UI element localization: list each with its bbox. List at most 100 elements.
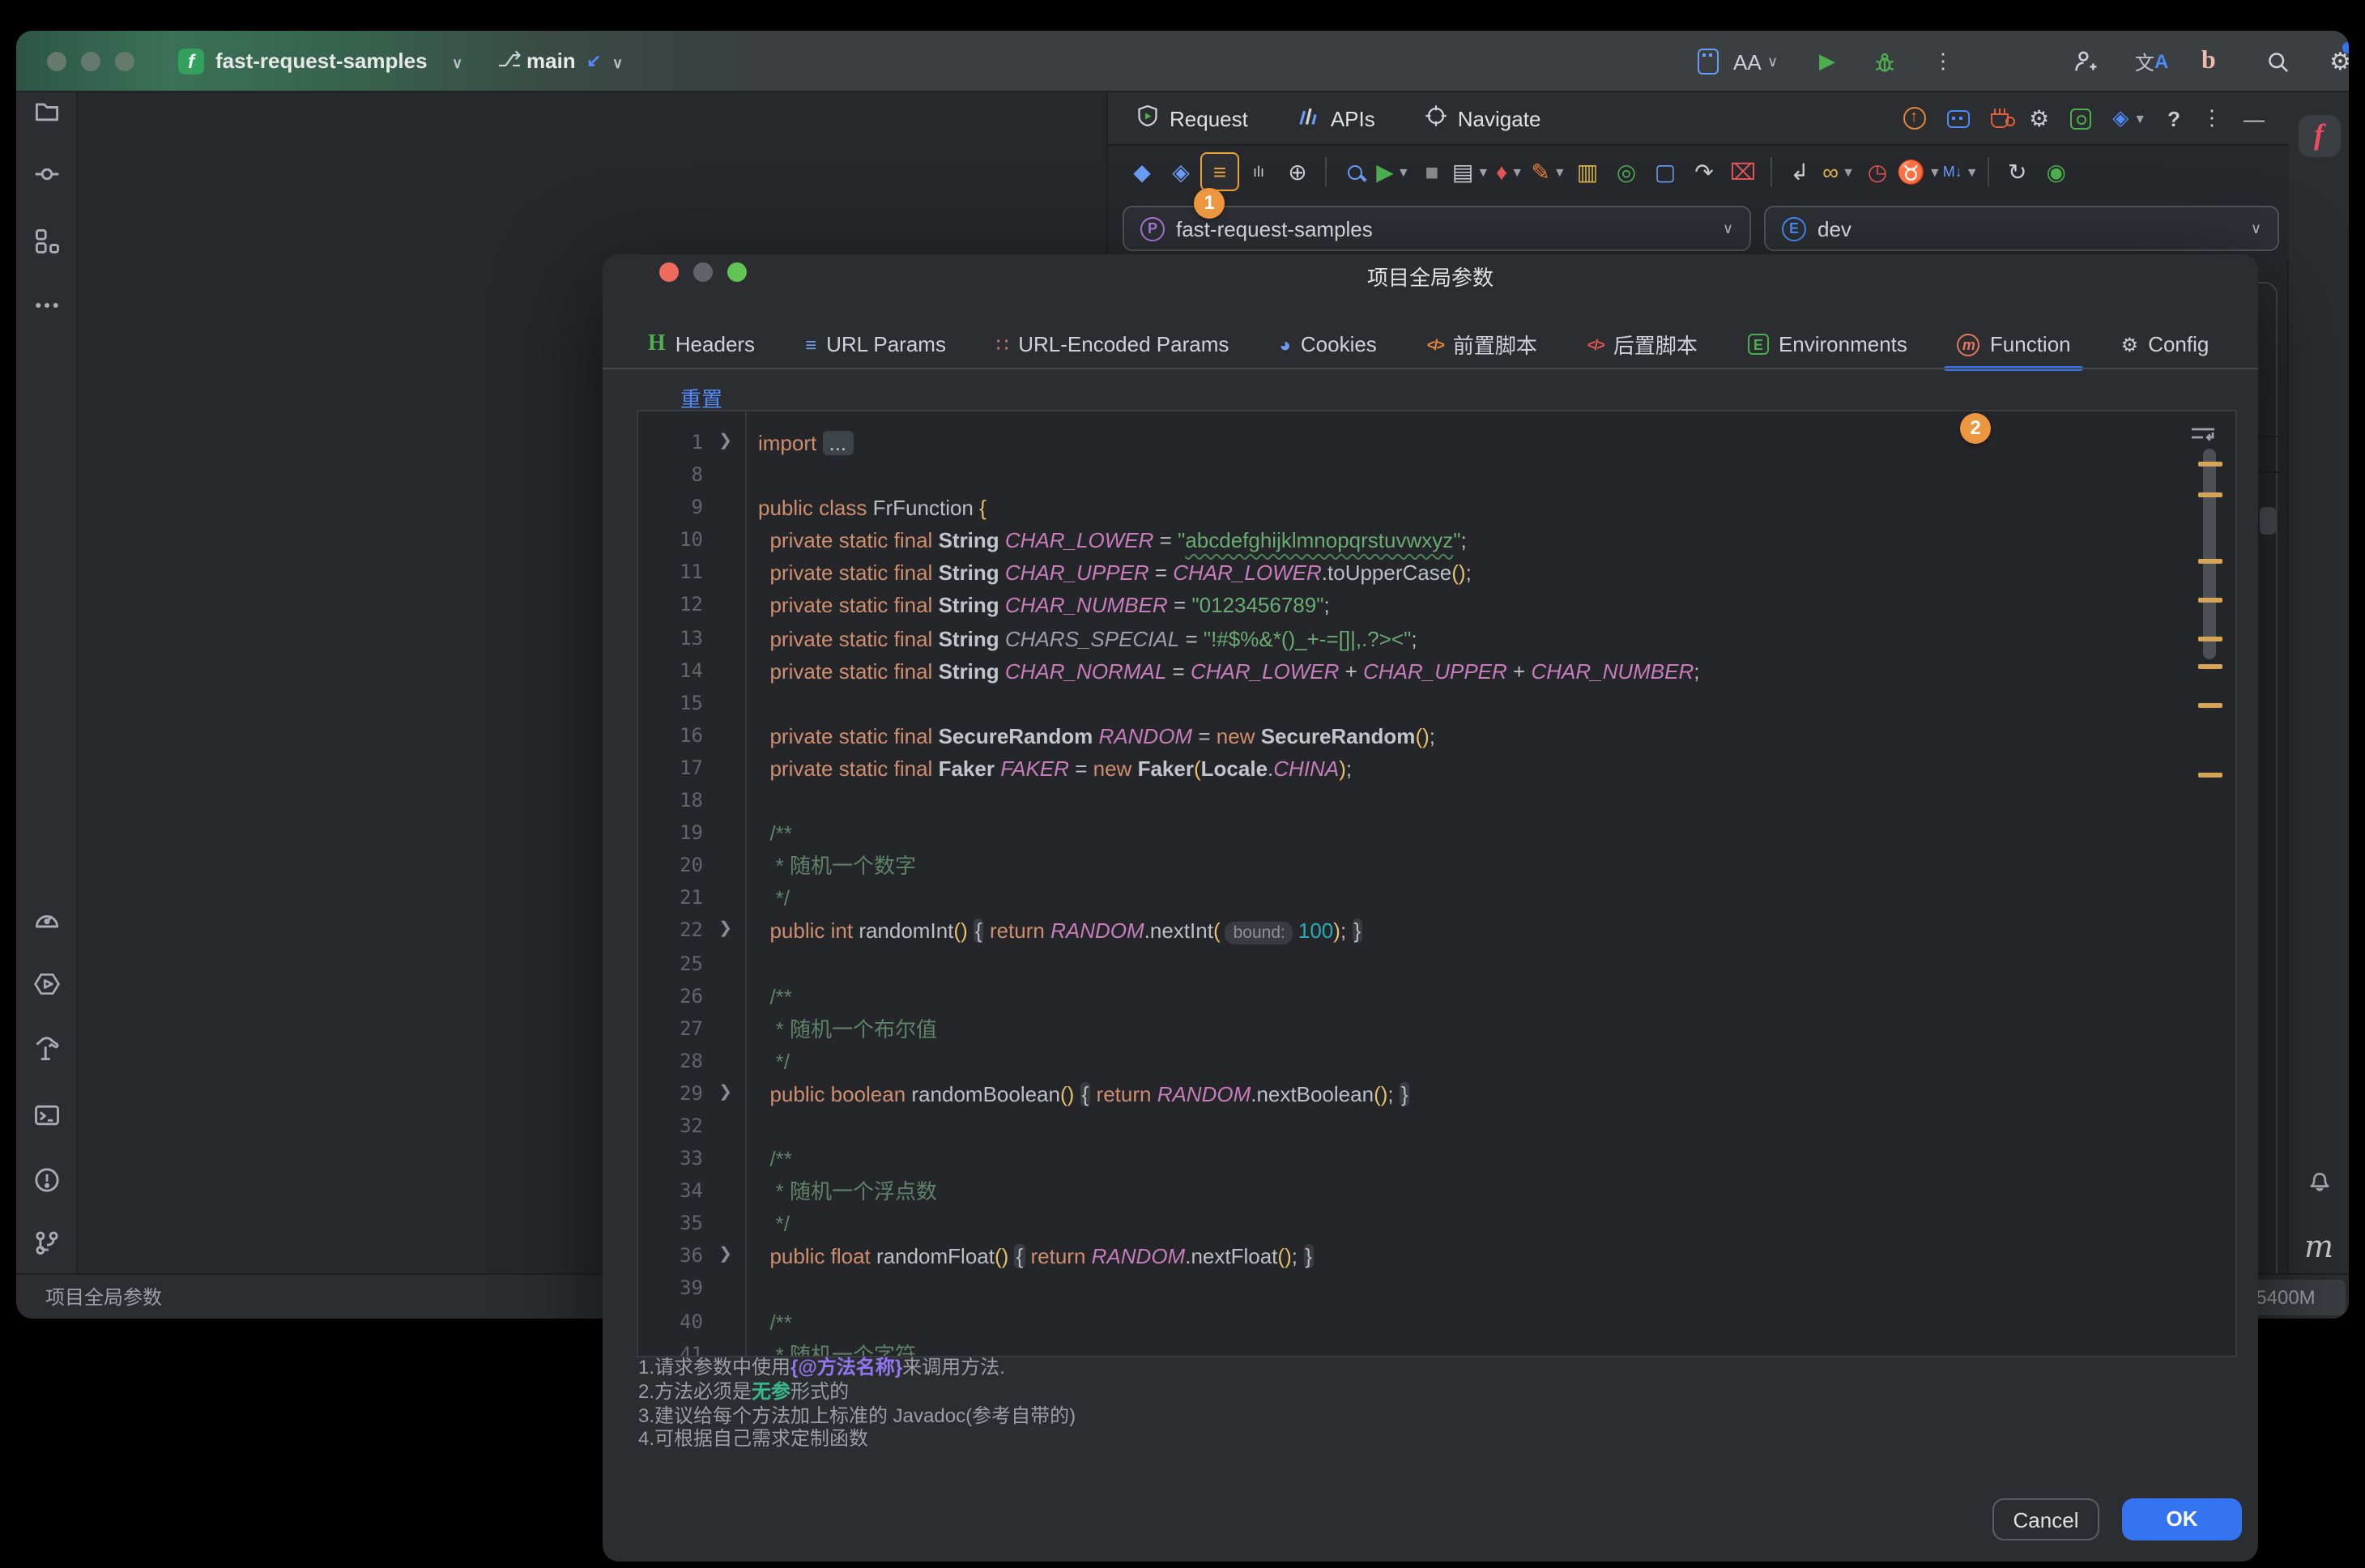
env-combo[interactable]: E dev ∨ [1764, 206, 2279, 251]
fast-request-tool-icon[interactable]: f [2298, 115, 2340, 157]
send-icon[interactable]: ▶▼ [1374, 152, 1413, 191]
build-tool-icon[interactable] [32, 1034, 61, 1072]
terminal-tool-icon[interactable] [32, 1101, 61, 1138]
refresh-icon[interactable]: ↻ [1998, 152, 2037, 191]
api-list-icon[interactable]: ılı [1239, 152, 1278, 191]
hide-toolwindow-icon[interactable]: — [2244, 106, 2265, 130]
global-params-icon[interactable]: ≡ [1200, 152, 1239, 191]
debug-button[interactable] [1873, 45, 1897, 78]
run-button[interactable]: ▶ [1819, 45, 1835, 78]
code-line [758, 1274, 1700, 1306]
project-selector[interactable]: fast-request-samples [215, 49, 428, 73]
target-icon[interactable]: ◎ [1607, 152, 1646, 191]
more-actions-icon[interactable]: ⋮ [1932, 45, 1954, 78]
flame-icon[interactable]: ♦▼ [1490, 152, 1529, 191]
tab-navigate[interactable]: Navigate [1424, 104, 1541, 133]
screen: f fast-request-samples ∨ ⎇ main ↙ ∨ AA ∨… [0, 0, 2365, 1568]
code-line: import ... [758, 428, 1700, 460]
function-code-editor[interactable]: 1❯8910111213141516171819202122❯252627282… [637, 410, 2237, 1357]
env-combo-icon: E [1782, 216, 1806, 241]
locate-icon[interactable]: ⊕ [1278, 152, 1317, 191]
redo-icon[interactable]: ↷ [1685, 152, 1724, 191]
incoming-commits-icon[interactable]: ↙ [586, 50, 601, 71]
dtab-cookies[interactable]: ◕Cookies [1276, 319, 1379, 369]
code-line [758, 688, 1700, 721]
dtab-config[interactable]: ⚙Config [2118, 319, 2213, 369]
donate-coffee-icon[interactable] [1990, 109, 2008, 128]
minimize-window-button[interactable] [81, 52, 100, 71]
dtab-pre-script-icon: </> [1427, 336, 1443, 352]
toolwindow-settings-icon[interactable]: ⚙ [2029, 104, 2049, 132]
fold-arrow-icon[interactable]: ❯ [718, 921, 732, 939]
api-shield-icon[interactable]: ◈ [1161, 152, 1200, 191]
dtab-post-script[interactable]: </>后置脚本 [1584, 319, 1701, 369]
zoom-window-button[interactable] [115, 52, 134, 71]
add-user-icon[interactable] [2072, 45, 2098, 78]
toolwindow-toolbar: ◆◈≡ılı⊕ ▶▼■▤▼♦▼✎▼▥◎▢↷⌧ ↲∞▼◷♉▼M↓▼ ↻◉ [1108, 144, 2289, 198]
left-tool-stripe [16, 92, 78, 1273]
search-everywhere-icon[interactable] [2266, 45, 2290, 78]
services-tool-icon[interactable] [32, 969, 61, 1007]
dtab-headers[interactable]: HHeaders [645, 319, 758, 369]
cancel-button[interactable]: Cancel [1992, 1498, 2099, 1540]
editor-scrollbar-thumb[interactable] [2203, 449, 2216, 659]
problems-tool-icon[interactable] [32, 1165, 61, 1203]
chevron-down-icon: ∨ [452, 55, 462, 73]
more-tools-icon[interactable] [32, 291, 61, 328]
dtab-environments[interactable]: EEnvironments [1745, 319, 1911, 369]
project-tool-icon[interactable] [32, 96, 61, 134]
dtab-function[interactable]: mFunction [1954, 319, 2074, 369]
import-icon[interactable]: ↲ [1780, 152, 1819, 191]
commit-tool-icon[interactable] [32, 160, 61, 197]
settings-icon[interactable]: ⚙ [2329, 45, 2349, 78]
ok-button[interactable]: OK [2122, 1498, 2242, 1540]
code-content: import ...public class FrFunction { priv… [758, 428, 1700, 1357]
dtab-url-encoded[interactable]: ∷URL-Encoded Params [993, 319, 1232, 369]
run-config-selector[interactable]: AA ∨ [1733, 45, 1778, 78]
code-line: private static final String CHAR_NUMBER … [758, 590, 1700, 623]
help-icon[interactable]: ? [2167, 106, 2180, 130]
maven-tool-icon[interactable]: m [2304, 1229, 2333, 1265]
git-tool-icon[interactable] [32, 1229, 61, 1266]
cards-icon[interactable]: ▥ [1568, 152, 1607, 191]
notifications-bell-icon[interactable] [2305, 1166, 2333, 1202]
dtab-function-icon: m [1958, 333, 1980, 356]
clean-icon[interactable]: ⌧ [1724, 152, 1762, 191]
bito-icon[interactable]: b [2201, 45, 2216, 78]
connect-icon[interactable]: ◉ [2037, 152, 2076, 191]
upgrade-icon[interactable]: ↑ [1903, 107, 1925, 130]
dtab-pre-script[interactable]: </>前置脚本 [1424, 319, 1540, 369]
branch-selector[interactable]: main [526, 49, 576, 73]
note-line: 4.可根据自己需求定制函数 [638, 1428, 1076, 1452]
history-icon[interactable]: ◷ [1858, 152, 1897, 191]
plugin-icon[interactable]: ◆ [1123, 152, 1161, 191]
link-icon[interactable]: ∞▼ [1819, 152, 1858, 191]
profiler-tool-icon[interactable] [32, 905, 61, 942]
stop-icon[interactable]: ■ [1413, 152, 1451, 191]
layers-icon[interactable]: ◈▼ [2112, 105, 2146, 131]
code-line: /** [758, 818, 1700, 850]
window-tab-icon[interactable] [1698, 45, 1719, 78]
panel-scrollbar-thumb[interactable] [2260, 507, 2276, 535]
wechat-icon[interactable] [2070, 108, 2091, 129]
close-window-button[interactable] [47, 52, 66, 71]
dtab-cookies-icon: ◕ [1279, 333, 1291, 356]
markdown-icon[interactable]: M↓▼ [1941, 152, 1980, 191]
dtab-url-params[interactable]: ≡URL Params [802, 319, 949, 369]
copy-icon[interactable]: ▢ [1646, 152, 1685, 191]
feedback-icon[interactable] [1946, 109, 1969, 127]
proxy-icon[interactable]: ♉▼ [1897, 152, 1941, 191]
fold-arrow-icon[interactable]: ❯ [718, 1084, 732, 1101]
code-line: */ [758, 884, 1700, 916]
save-icon[interactable]: ▤▼ [1451, 152, 1490, 191]
structure-tool-icon[interactable] [32, 226, 61, 263]
fold-arrow-icon[interactable]: ❯ [718, 1246, 732, 1264]
header-more-icon[interactable]: ⋮ [2201, 105, 2222, 131]
tab-apis[interactable]: APIs [1297, 104, 1375, 133]
tab-request[interactable]: Request [1136, 104, 1248, 133]
fold-arrow-icon[interactable]: ❯ [718, 432, 732, 450]
pen-icon[interactable]: ✎▼ [1529, 152, 1568, 191]
search-icon[interactable] [1335, 152, 1374, 191]
titlebar: f fast-request-samples ∨ ⎇ main ↙ ∨ AA ∨… [16, 31, 2349, 92]
translate-icon[interactable]: 文A [2135, 45, 2168, 78]
